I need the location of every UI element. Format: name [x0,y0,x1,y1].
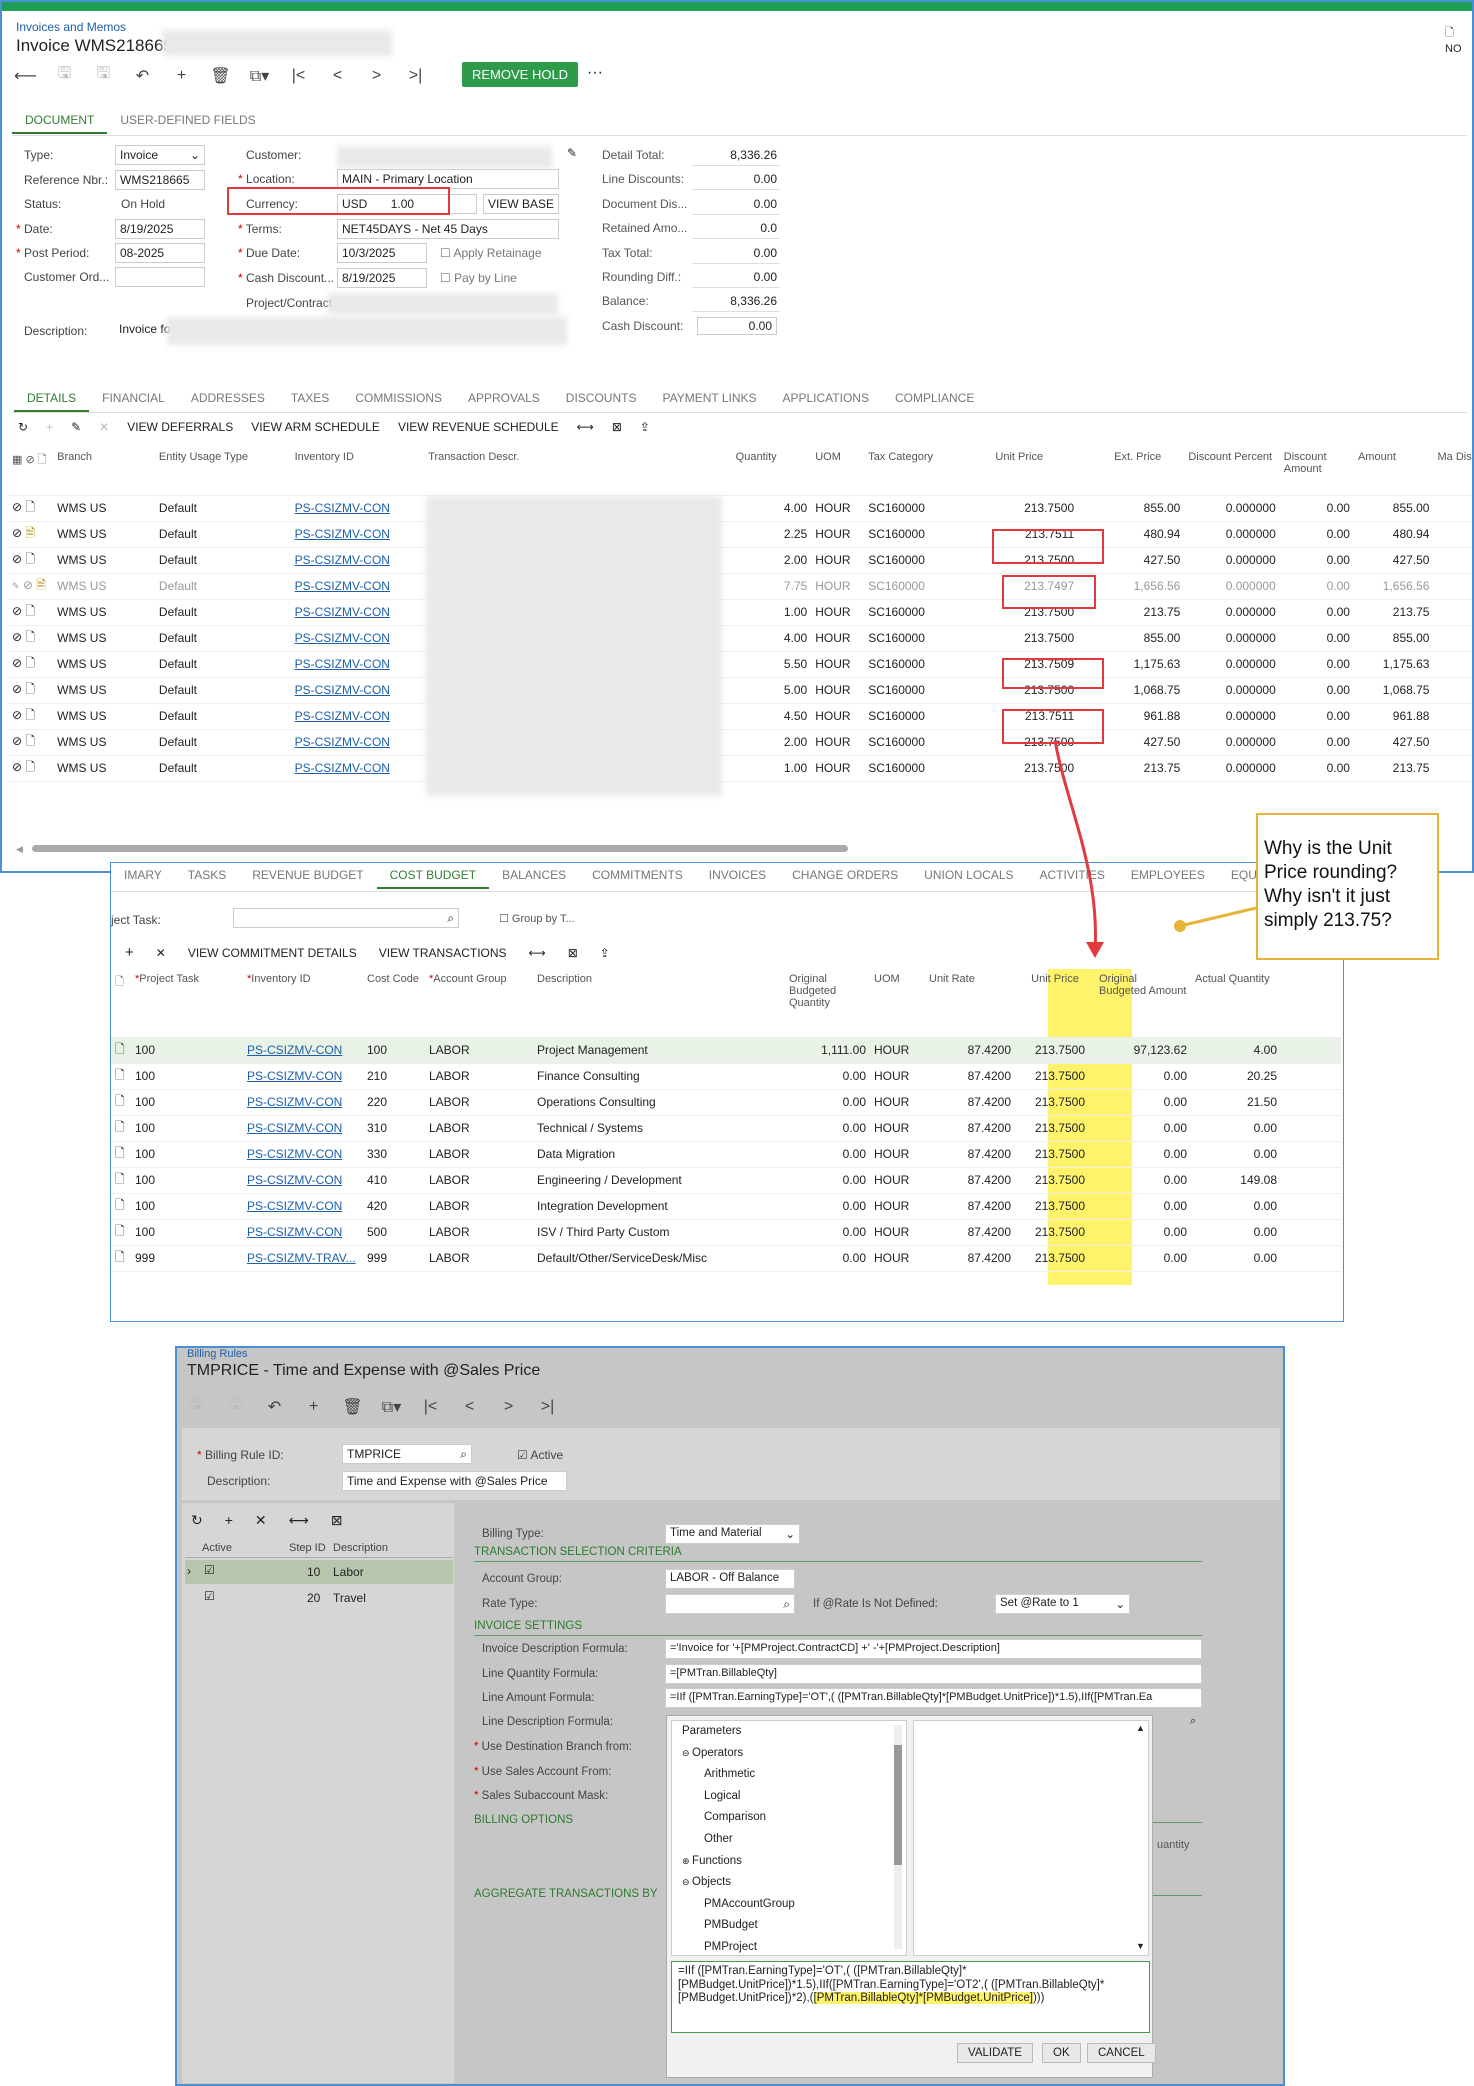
section-divider [1152,1822,1202,1823]
rule-description-input[interactable]: Time and Expense with @Sales Price [342,1471,567,1491]
tree-node[interactable]: Other [704,1833,733,1845]
copy-icon[interactable]: ⧉▾ [372,1397,411,1417]
validate-button[interactable]: VALIDATE [957,2043,1033,2063]
step-row[interactable]: › ☑ 10 Labor [185,1560,453,1584]
if-rate-label: If @Rate Is Not Defined: [813,1598,938,1610]
detail-panel: ▲ ▼ [913,1720,1149,1956]
fit-columns-icon[interactable]: ⟷ [289,1512,309,1529]
export-excel-icon[interactable]: ⊠ [331,1512,343,1529]
refresh-icon[interactable]: ↻ [191,1512,203,1529]
billing-rules-screen: Billing Rules TMPRICE - Time and Expense… [175,1346,1285,2086]
red-arrow [1053,739,1097,951]
tree-node[interactable]: PMBudget [704,1919,758,1931]
question-callout: Why is the Unit Price rounding? Why isn'… [1256,813,1439,960]
section-selection: TRANSACTION SELECTION CRITERIA [474,1546,682,1558]
dest-branch-label: Use Destination Branch from: [474,1741,632,1753]
quantity-fragment: uantity [1157,1839,1190,1851]
ok-button[interactable]: OK [1042,2043,1081,2063]
tree-scrollbar[interactable] [894,1725,902,1949]
col-active: Active [202,1542,232,1554]
formula-textarea[interactable]: =IIf ([PMTran.EarningType]='OT',( ([PMTr… [671,1961,1150,2033]
expand-icon[interactable]: ⊖ [682,1877,692,1887]
tree-node[interactable]: ⊖ Operators [682,1747,743,1759]
rate-type-input[interactable]: ⌕ [665,1594,795,1614]
sales-account-label: Use Sales Account From: [474,1766,612,1778]
checkbox-icon[interactable]: ☑ [204,1563,215,1577]
section-divider [474,1561,1202,1562]
tree-node[interactable]: Arithmetic [704,1768,755,1780]
tree-node[interactable]: Logical [704,1790,740,1802]
delete-row-icon[interactable]: ✕ [255,1512,267,1529]
formula-editor-popup: Parameters ⊖ Operators Arithmetic Logical Co… [666,1715,1156,2078]
search-icon[interactable]: ⌕ [1190,1715,1196,1728]
section-billing: BILLING OPTIONS [474,1814,574,1826]
active-checkbox[interactable]: ☑ Active [517,1448,563,1462]
prev-icon[interactable]: < [450,1398,489,1416]
invoice-desc-label: Invoice Description Formula: [482,1643,628,1655]
tree-panel: Parameters ⊖ Operators Arithmetic Logical Co… [671,1720,907,1956]
tree-node[interactable]: Parameters [682,1725,741,1737]
scroll-up-icon[interactable]: ▲ [1136,1723,1145,1733]
tree-node[interactable]: ⊖ Objects [682,1876,731,1888]
line-qty-label: Line Quantity Formula: [482,1668,599,1680]
billing-breadcrumb[interactable]: Billing Rules [187,1348,248,1360]
tree-node[interactable]: Comparison [704,1811,766,1823]
add-icon[interactable]: + [294,1398,333,1416]
delete-icon[interactable]: 🗑 [333,1397,372,1417]
account-group-input[interactable]: LABOR - Off Balance [665,1569,795,1589]
section-divider [1152,1895,1202,1896]
rule-id-input[interactable]: TMPRICE ⌕ [342,1444,472,1464]
invoice-desc-input[interactable]: ='Invoice for '+[PMProject.ContractCD] +… [665,1639,1202,1659]
line-desc-label: Line Description Formula: [482,1716,614,1728]
line-qty-input[interactable]: =[PMTran.BillableQty] [665,1664,1202,1684]
billing-toolbar: 🖫 🖫 ↶ + 🗑 ⧉▾ |< < > >| [177,1393,567,1420]
steps-toolbar: ↻ + ✕ ⟷ ⊠ [191,1512,342,1529]
save-icon[interactable]: 🖫 [177,1393,216,1420]
scroll-thumb[interactable] [894,1745,902,1865]
billing-type-select[interactable]: Time and Material ⌄ [665,1524,800,1544]
first-icon[interactable]: |< [411,1398,450,1416]
col-description: Description [333,1542,389,1554]
add-row-icon[interactable]: + [225,1512,233,1529]
steps-header: Active Step ID Description [185,1538,453,1558]
next-icon[interactable]: > [489,1398,528,1416]
callout-connector [1179,906,1257,928]
expand-icon[interactable]: ⊖ [682,1748,692,1758]
billing-title: TMPRICE - Time and Expense with @Sales P… [187,1362,541,1379]
line-amount-label: Line Amount Formula: [482,1692,595,1704]
col-step-id: Step ID [289,1542,326,1554]
cancel-button[interactable]: CANCEL [1087,2043,1156,2063]
checkbox-icon[interactable]: ☑ [204,1589,215,1603]
sales-sub-label: Sales Subaccount Mask: [474,1790,609,1802]
red-arrow-head [1086,942,1104,958]
scroll-down-icon[interactable]: ▼ [1136,1941,1145,1951]
section-aggregate: AGGREGATE TRANSACTIONS BY [474,1888,658,1900]
if-rate-select[interactable]: Set @Rate to 1 ⌄ [995,1594,1130,1614]
last-icon[interactable]: >| [528,1398,567,1416]
callout-dot [1174,920,1186,932]
rule-description-label: Description: [207,1474,271,1488]
account-group-label: Account Group: [482,1573,562,1585]
tree-node[interactable]: PMProject [704,1941,757,1953]
section-invoice: INVOICE SETTINGS [474,1620,582,1632]
tree-node[interactable]: PMAccountGroup [704,1898,795,1910]
section-divider [474,1635,1202,1636]
undo-icon[interactable]: ↶ [255,1397,294,1417]
expand-icon[interactable]: ⊕ [682,1856,692,1866]
rate-type-label: Rate Type: [482,1598,538,1610]
tree-node[interactable]: ⊕ Functions [682,1855,742,1867]
step-row[interactable]: ☑ 20 Travel [185,1586,453,1610]
save-close-icon[interactable]: 🖫 [216,1393,255,1420]
line-amount-input[interactable]: =IIf ([PMTran.EarningType]='OT',( ([PMTr… [665,1688,1202,1708]
billing-type-label: Billing Type: [482,1528,544,1540]
rule-id-label: Billing Rule ID: [197,1448,284,1462]
